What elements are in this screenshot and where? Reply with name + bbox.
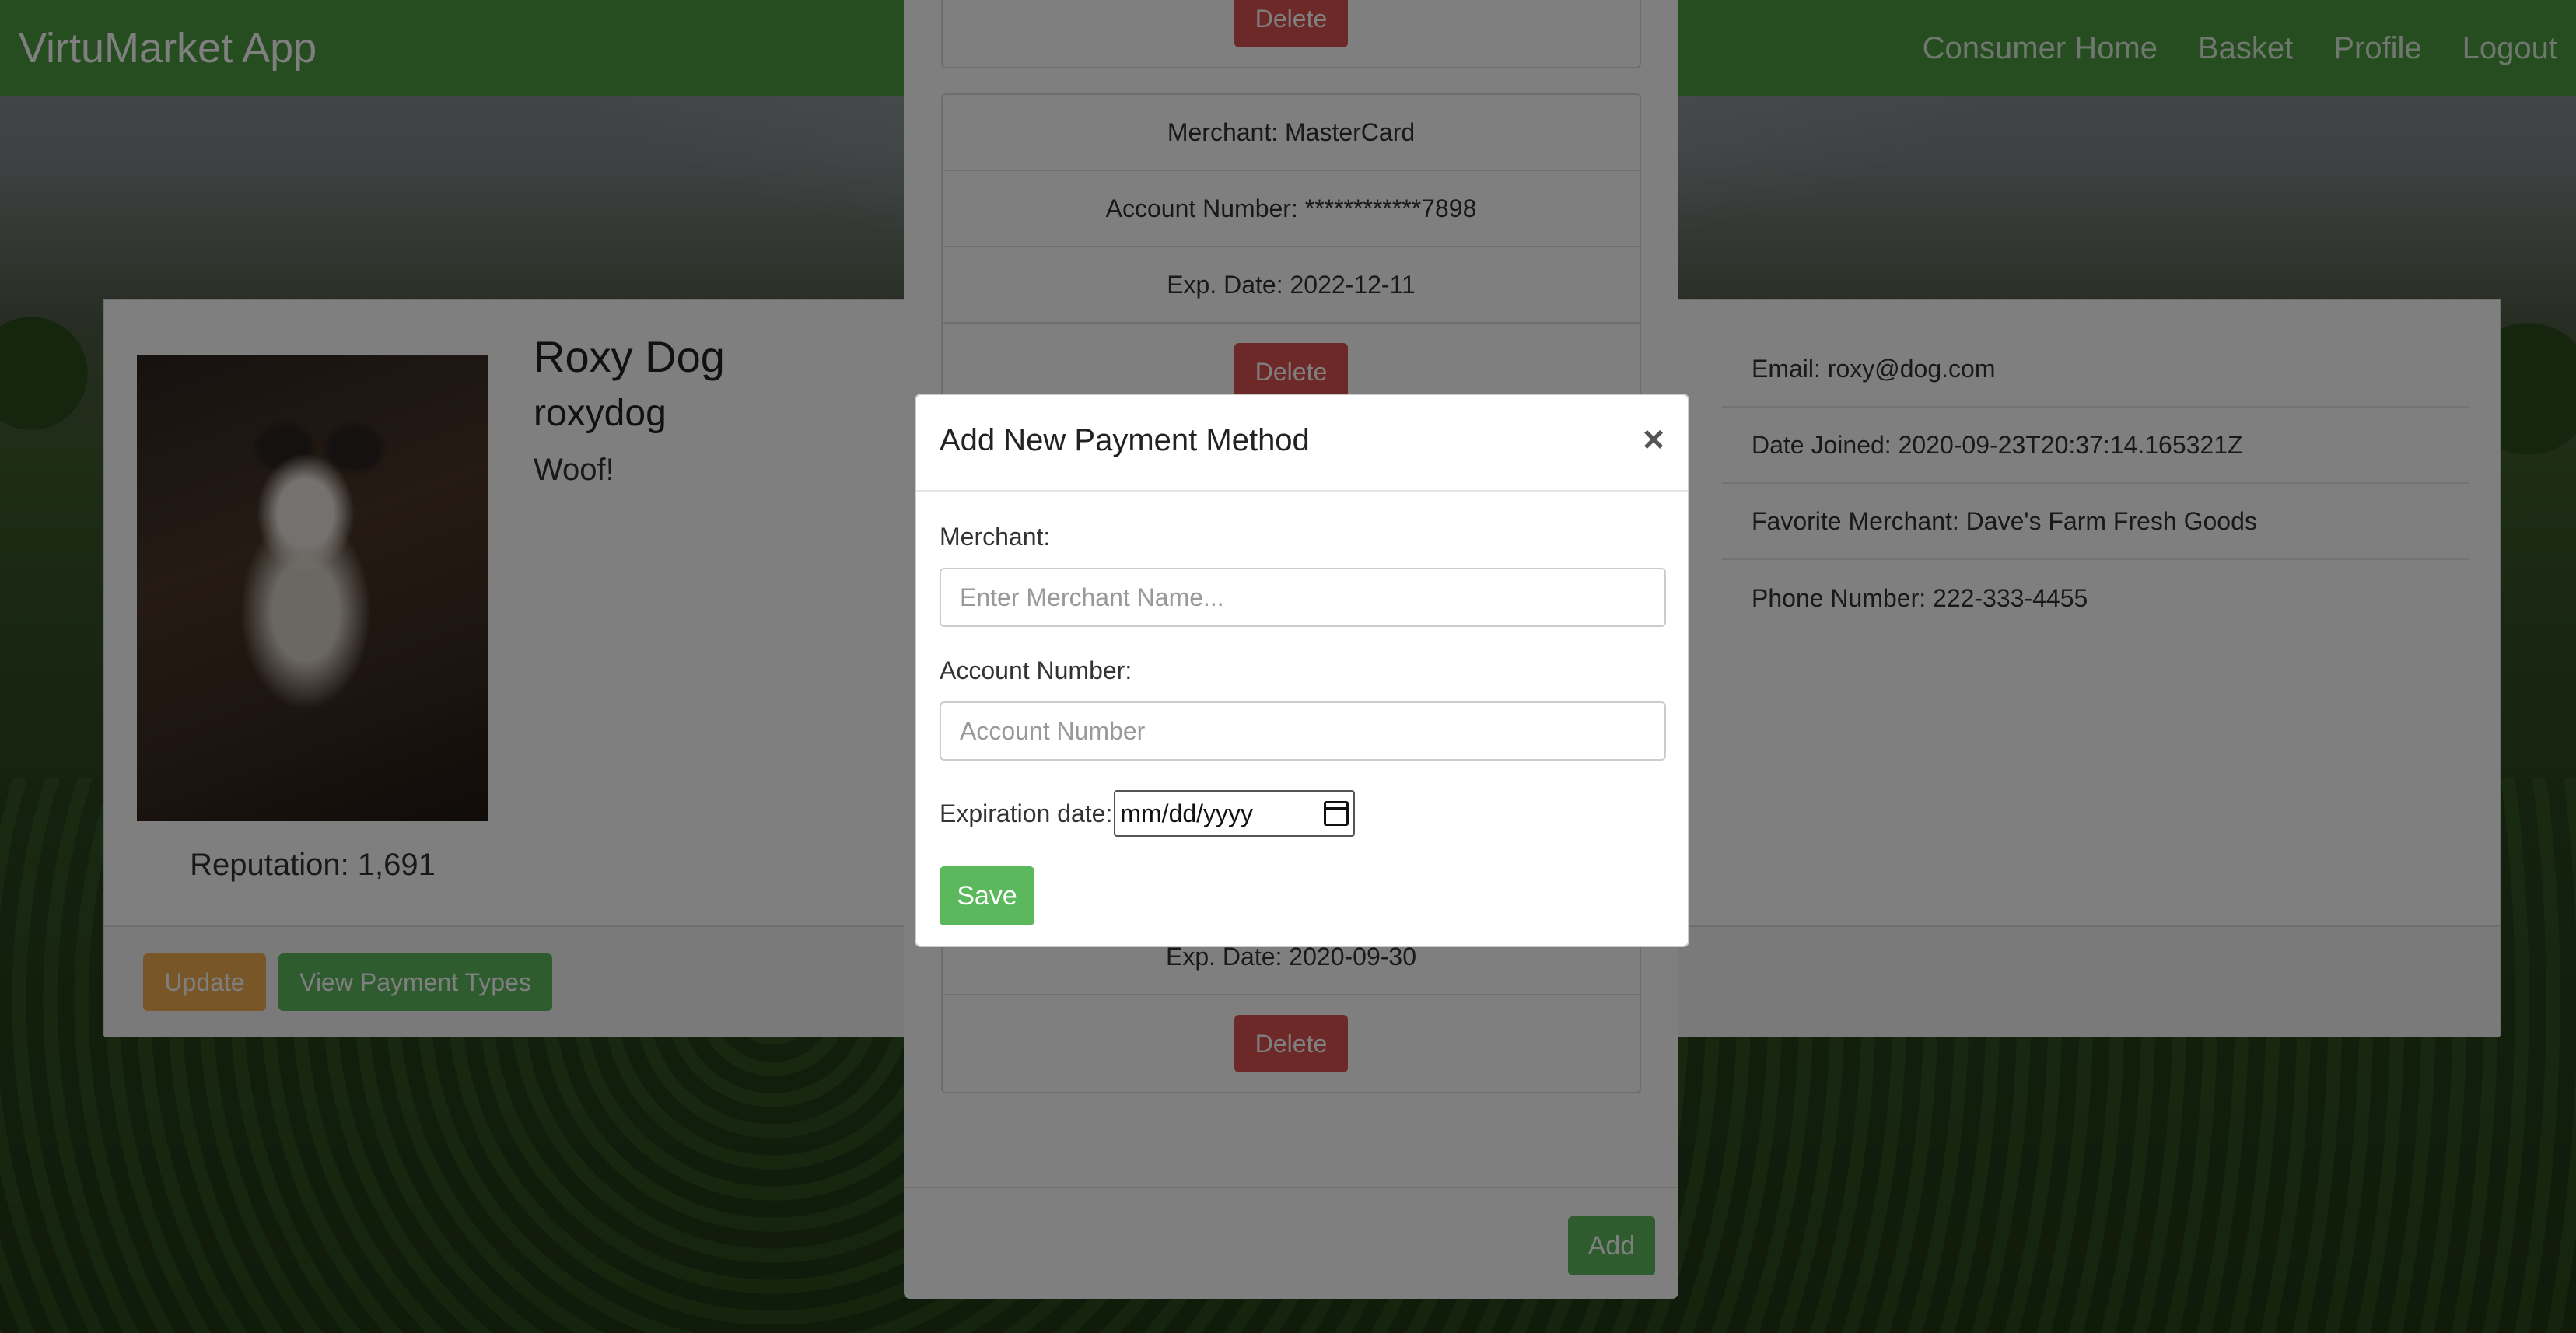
expiration-date-label: Expiration date: (940, 799, 1113, 827)
expiration-date-row: Expiration date: mm/dd/yyyy (940, 790, 1356, 837)
merchant-label: Merchant: (940, 523, 1051, 551)
dialog-header: Add New Payment Method × (916, 395, 1688, 492)
calendar-icon[interactable] (1324, 801, 1349, 826)
expiration-date-value: mm/dd/yyyy (1120, 799, 1254, 827)
expiration-date-input[interactable]: mm/dd/yyyy (1114, 790, 1356, 837)
account-number-input[interactable]: Account Number (940, 701, 1666, 761)
add-payment-dialog: Add New Payment Method × Merchant: Enter… (915, 394, 1689, 947)
dialog-title: Add New Payment Method (940, 423, 1310, 457)
close-icon[interactable]: × (1643, 418, 1664, 461)
save-button[interactable]: Save (940, 866, 1034, 925)
account-number-label: Account Number: (940, 656, 1132, 684)
merchant-input[interactable]: Enter Merchant Name... (940, 568, 1666, 627)
